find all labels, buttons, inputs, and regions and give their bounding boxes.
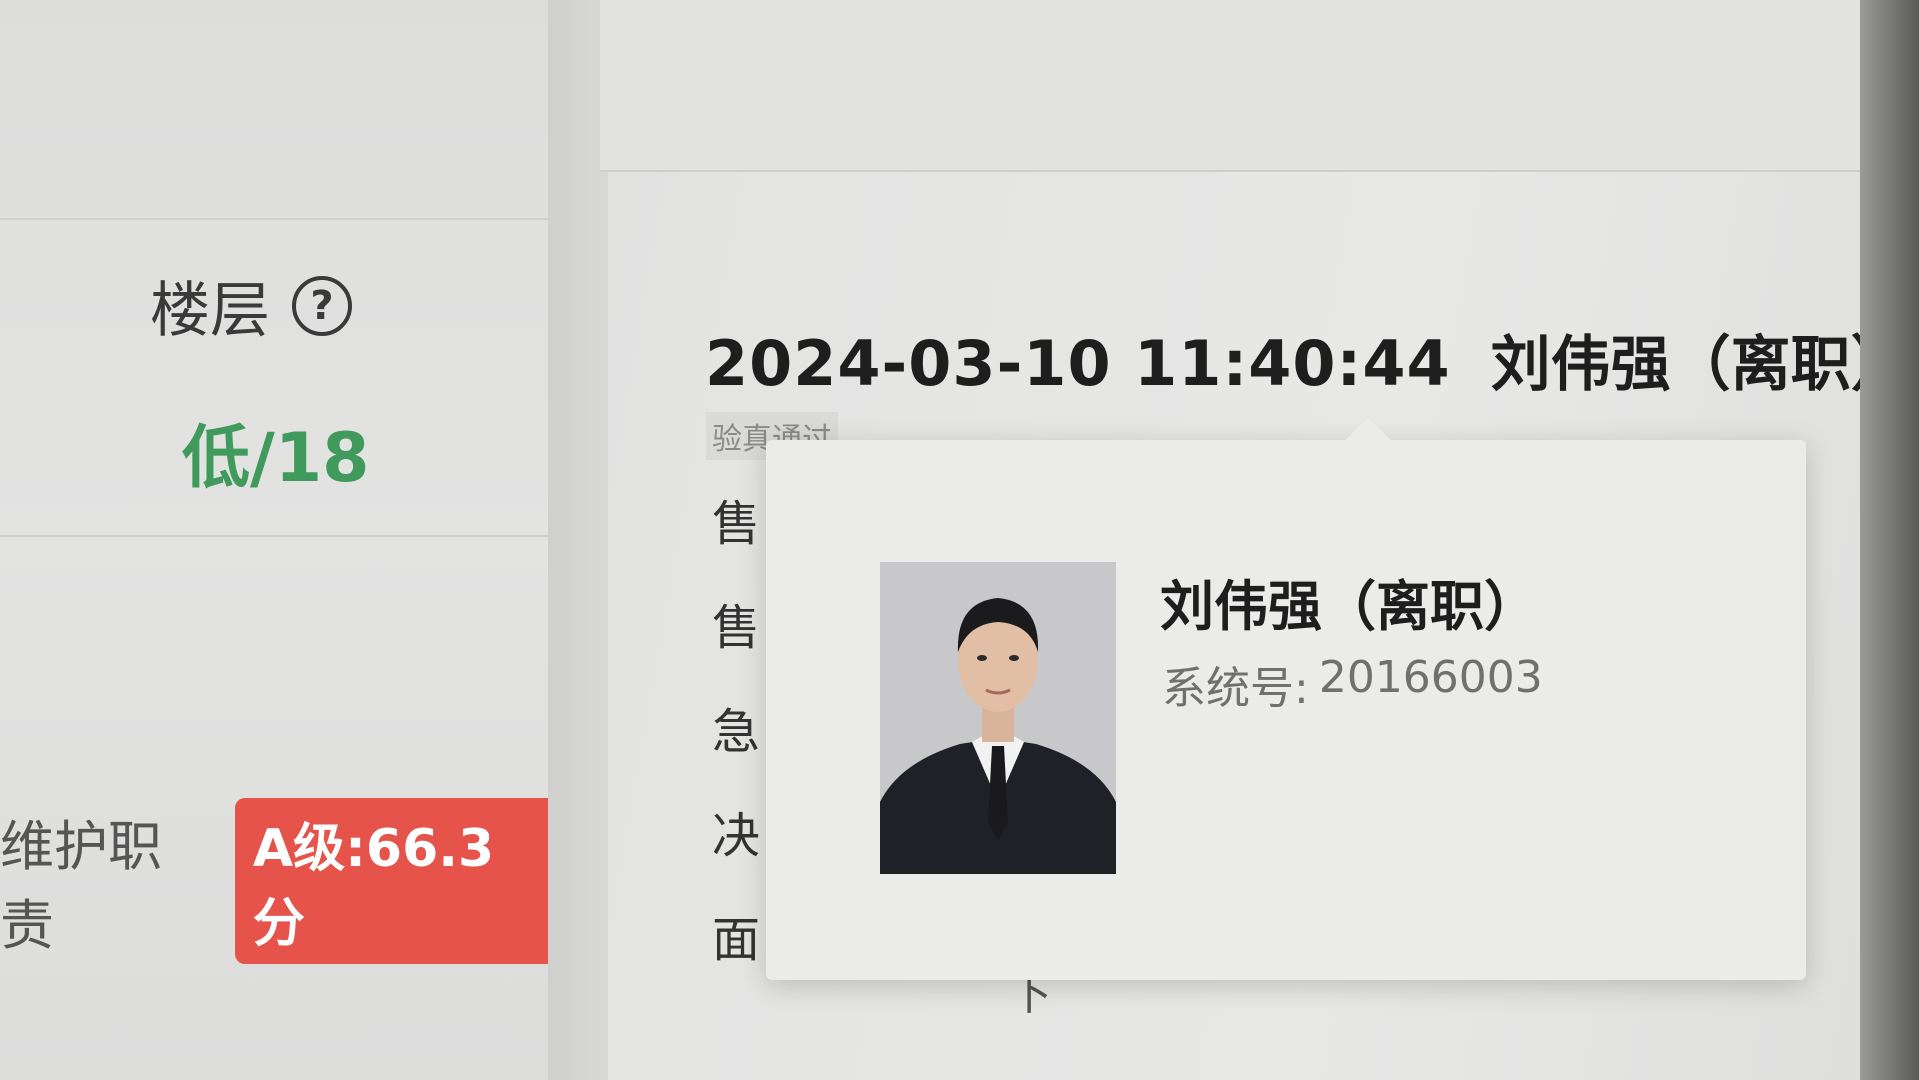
floor-label-row: 楼层 ?: [150, 262, 352, 349]
system-id-label: 系统号:: [1162, 663, 1309, 714]
record-person-link[interactable]: 刘伟强（离职）: [1491, 316, 1911, 403]
main-top-area: [600, 0, 1860, 172]
system-id-value: 20166003: [1318, 652, 1543, 703]
record-line-char: 决: [712, 808, 761, 864]
agent-avatar: [880, 562, 1116, 874]
grade-score-badge: A级:66.3分: [234, 798, 560, 964]
record-detail-lines: 售 售 急 决 面: [712, 498, 760, 966]
agent-system-id-row: 系统号: 20166003: [1162, 652, 1543, 716]
divider: [0, 535, 560, 537]
property-info-panel: 楼层 ? 低/18 维护职责 A级:66.3分: [0, 0, 560, 1080]
maintenance-duty-label: 维护职责: [0, 815, 162, 957]
record-header: 2024-03-10 11:40:44 刘伟强（离职）: [705, 316, 1911, 403]
record-line-char: 售: [712, 496, 761, 552]
maintenance-duty-row: 维护职责 A级:66.3分: [0, 798, 560, 964]
popover-arrow: [1345, 417, 1391, 463]
floor-label: 楼层: [150, 276, 270, 346]
agent-name: 刘伟强（离职）: [1160, 575, 1538, 638]
divider: [0, 218, 560, 220]
screen: 楼层 ? 低/18 维护职责 A级:66.3分 2024-03-10 11:40…: [0, 0, 1919, 1080]
record-line-char: 售: [712, 600, 761, 656]
record-line-char: 急: [712, 704, 761, 760]
panel-gutter: [548, 0, 608, 1080]
record-timestamp: 2024-03-10 11:40:44: [705, 327, 1451, 400]
agent-profile-popover: 刘伟强（离职） 系统号: 20166003: [766, 417, 1806, 980]
record-line-char: 面: [712, 912, 761, 968]
floor-value: 低/18: [182, 419, 370, 498]
screen-edge: [1860, 0, 1919, 1080]
question-circle-icon[interactable]: ?: [292, 275, 352, 336]
